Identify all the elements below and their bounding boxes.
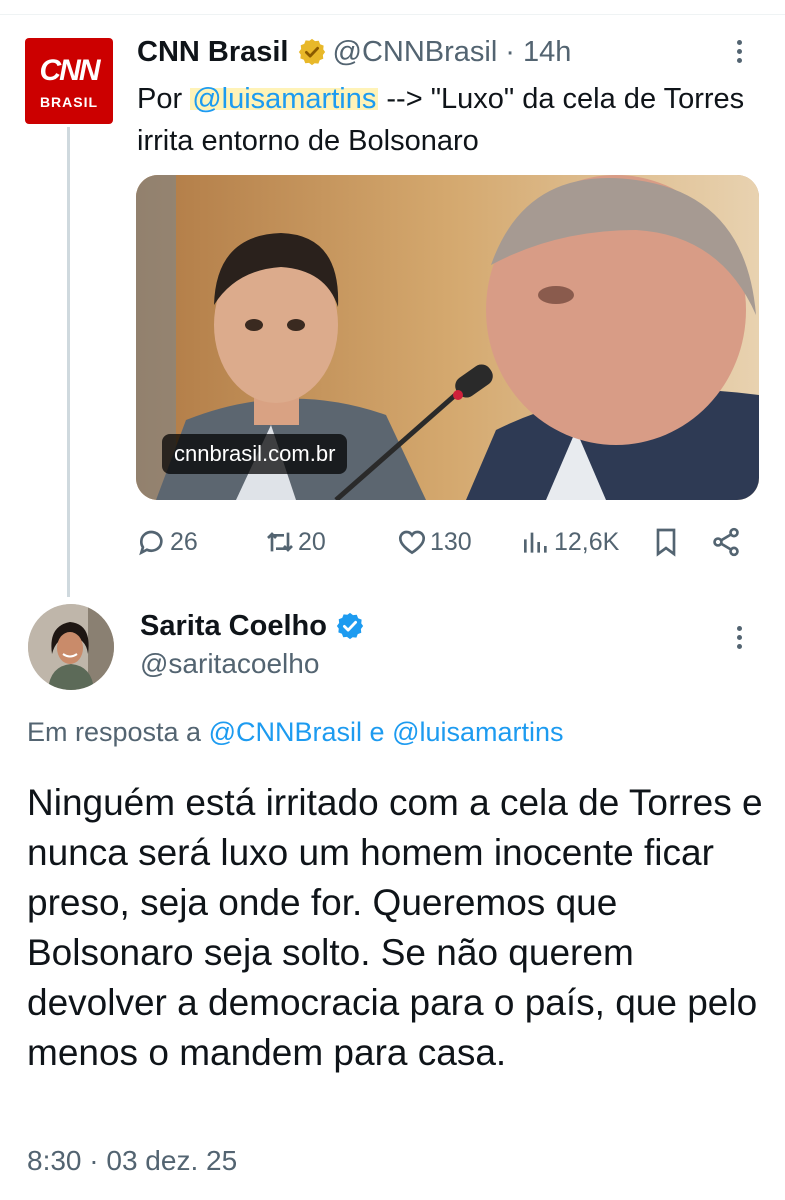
reply-context: Em resposta a @CNNBrasil e @luisamartins	[27, 717, 564, 748]
tweet-time[interactable]: 14h	[523, 36, 571, 69]
parent-action-bar: 26 20 130 12,6K	[136, 522, 756, 562]
reply-to-conjunction: e	[369, 717, 385, 747]
avatar-logo-subtitle: BRASIL	[39, 94, 99, 110]
reply-to-label: Em resposta a	[27, 717, 202, 747]
view-count: 12,6K	[554, 527, 620, 556]
reply-author-name[interactable]: Sarita Coelho	[140, 610, 327, 643]
reply-tweet-text: Ninguém está irritado com a cela de Torr…	[27, 782, 763, 1073]
retweet-icon	[267, 532, 293, 552]
reply-count: 26	[170, 527, 198, 556]
sarita-coelho-avatar[interactable]	[28, 604, 114, 690]
mention-link[interactable]: @luisamartins	[190, 83, 379, 115]
reply-author-handle[interactable]: @saritacoelho	[140, 648, 319, 680]
top-divider	[0, 14, 785, 15]
header-separator: ·	[505, 35, 515, 68]
retweet-button[interactable]: 20	[264, 522, 326, 562]
reply-button[interactable]: 26	[136, 522, 198, 562]
thread-connector-line	[67, 127, 70, 597]
like-button[interactable]: 130	[396, 522, 472, 562]
heart-icon	[398, 530, 426, 555]
cnn-brasil-avatar[interactable]: CNN BRASIL	[25, 38, 113, 124]
avatar-photo	[28, 604, 114, 690]
blue-verified-badge-icon	[336, 612, 364, 640]
reply-header: Sarita Coelho	[140, 606, 365, 646]
link-preview-card[interactable]: cnnbrasil.com.br	[136, 175, 759, 500]
reply-to-luisamartins-link[interactable]: @luisamartins	[392, 717, 563, 747]
bookmark-button[interactable]	[650, 522, 684, 562]
views-bar-chart-icon	[524, 532, 547, 553]
reply-more-options-icon[interactable]	[736, 626, 744, 653]
reply-timestamp[interactable]: 8:30 · 03 dez. 25	[27, 1145, 237, 1177]
text-prefix: Por	[137, 83, 191, 115]
parent-more-options-icon[interactable]	[736, 40, 744, 67]
author-handle[interactable]: @CNNBrasil	[333, 36, 498, 69]
bookmark-icon	[656, 528, 676, 557]
author-name[interactable]: CNN Brasil	[137, 36, 289, 69]
gold-verified-badge-icon	[298, 38, 325, 66]
parent-tweet-header: CNN Brasil @CNNBrasil · 14h	[137, 34, 571, 70]
reply-bubble-icon	[139, 530, 163, 556]
card-domain-label: cnnbrasil.com.br	[162, 434, 348, 474]
views-button[interactable]: 12,6K	[520, 522, 619, 562]
retweet-count: 20	[298, 527, 326, 556]
reply-to-cnnbrasil-link[interactable]: @CNNBrasil	[209, 717, 362, 747]
avatar-logo-text: CNN	[39, 54, 101, 87]
parent-tweet-text: Por @luisamartins --> "Luxo" da cela de …	[137, 78, 757, 162]
share-button[interactable]	[710, 522, 744, 562]
share-icon	[713, 527, 739, 557]
like-count: 130	[430, 527, 472, 556]
